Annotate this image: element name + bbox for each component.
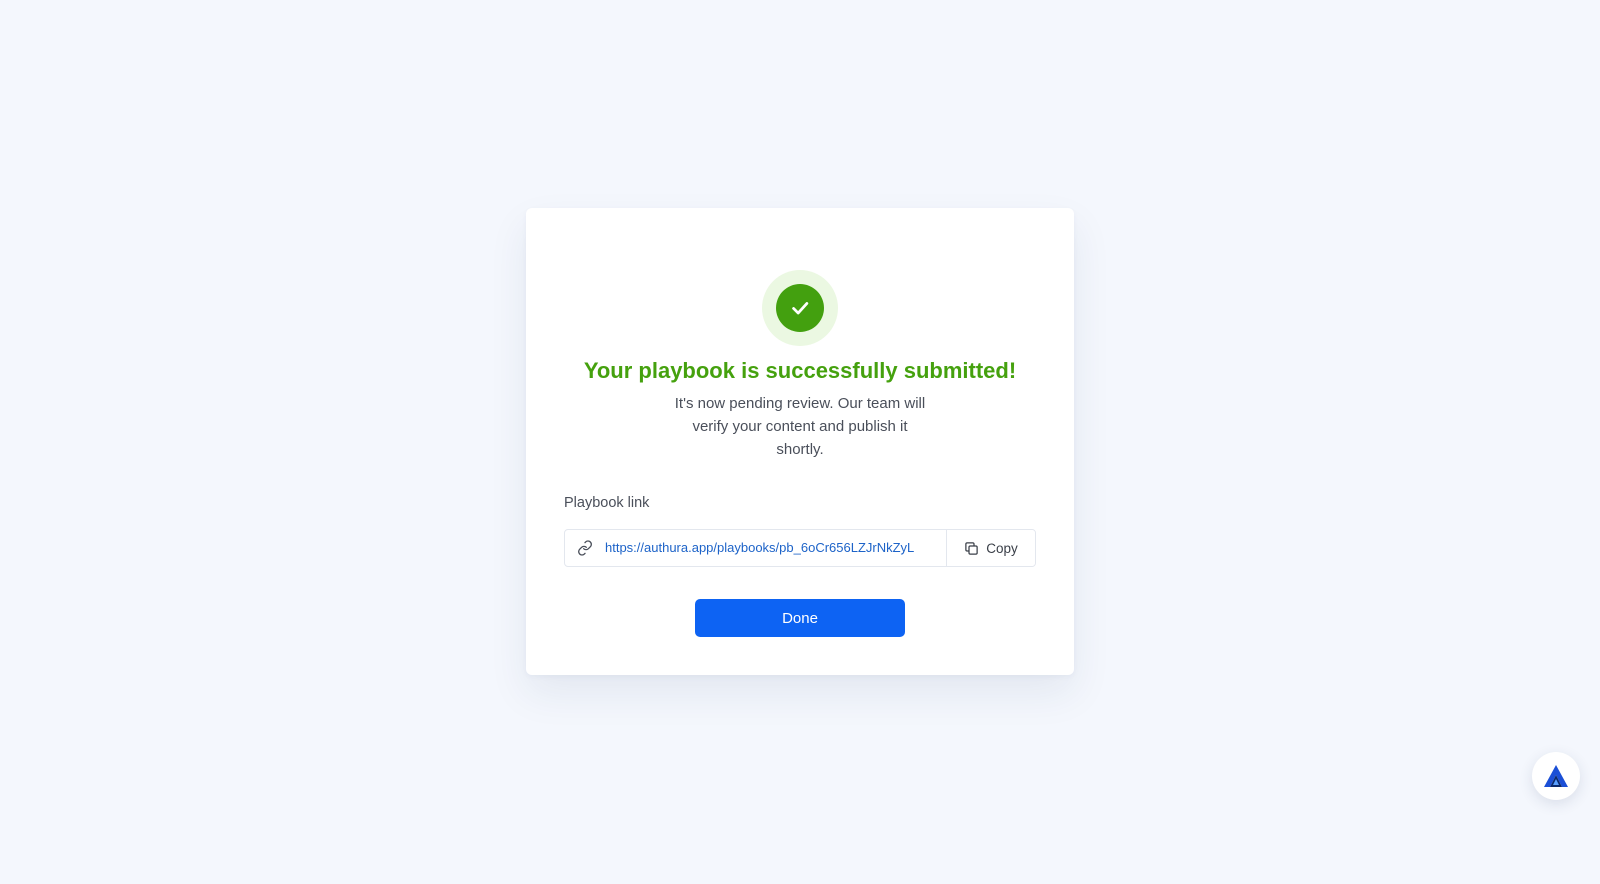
copy-button[interactable]: Copy [947,530,1035,566]
success-icon-halo [762,270,838,346]
playbook-link-url[interactable]: https://authura.app/playbooks/pb_6oCr656… [605,530,947,566]
page: Your playbook is successfully submitted!… [0,0,1600,884]
playbook-link-field: https://authura.app/playbooks/pb_6oCr656… [564,529,1036,567]
dialog-message: It's now pending review. Our team will v… [674,395,926,458]
checkmark-icon [792,302,809,315]
copy-button-label: Copy [986,540,1018,556]
check-circle-icon [776,284,824,332]
link-icon [565,530,605,566]
done-button[interactable]: Done [695,599,905,637]
dialog-title: Your playbook is successfully submitted! [583,358,1017,383]
copy-icon [964,541,979,556]
playbook-link-label: Playbook link [564,495,650,511]
authura-logo-icon [1544,765,1568,787]
submission-success-dialog: Your playbook is successfully submitted!… [526,208,1074,675]
assistant-launcher-button[interactable] [1532,752,1580,800]
